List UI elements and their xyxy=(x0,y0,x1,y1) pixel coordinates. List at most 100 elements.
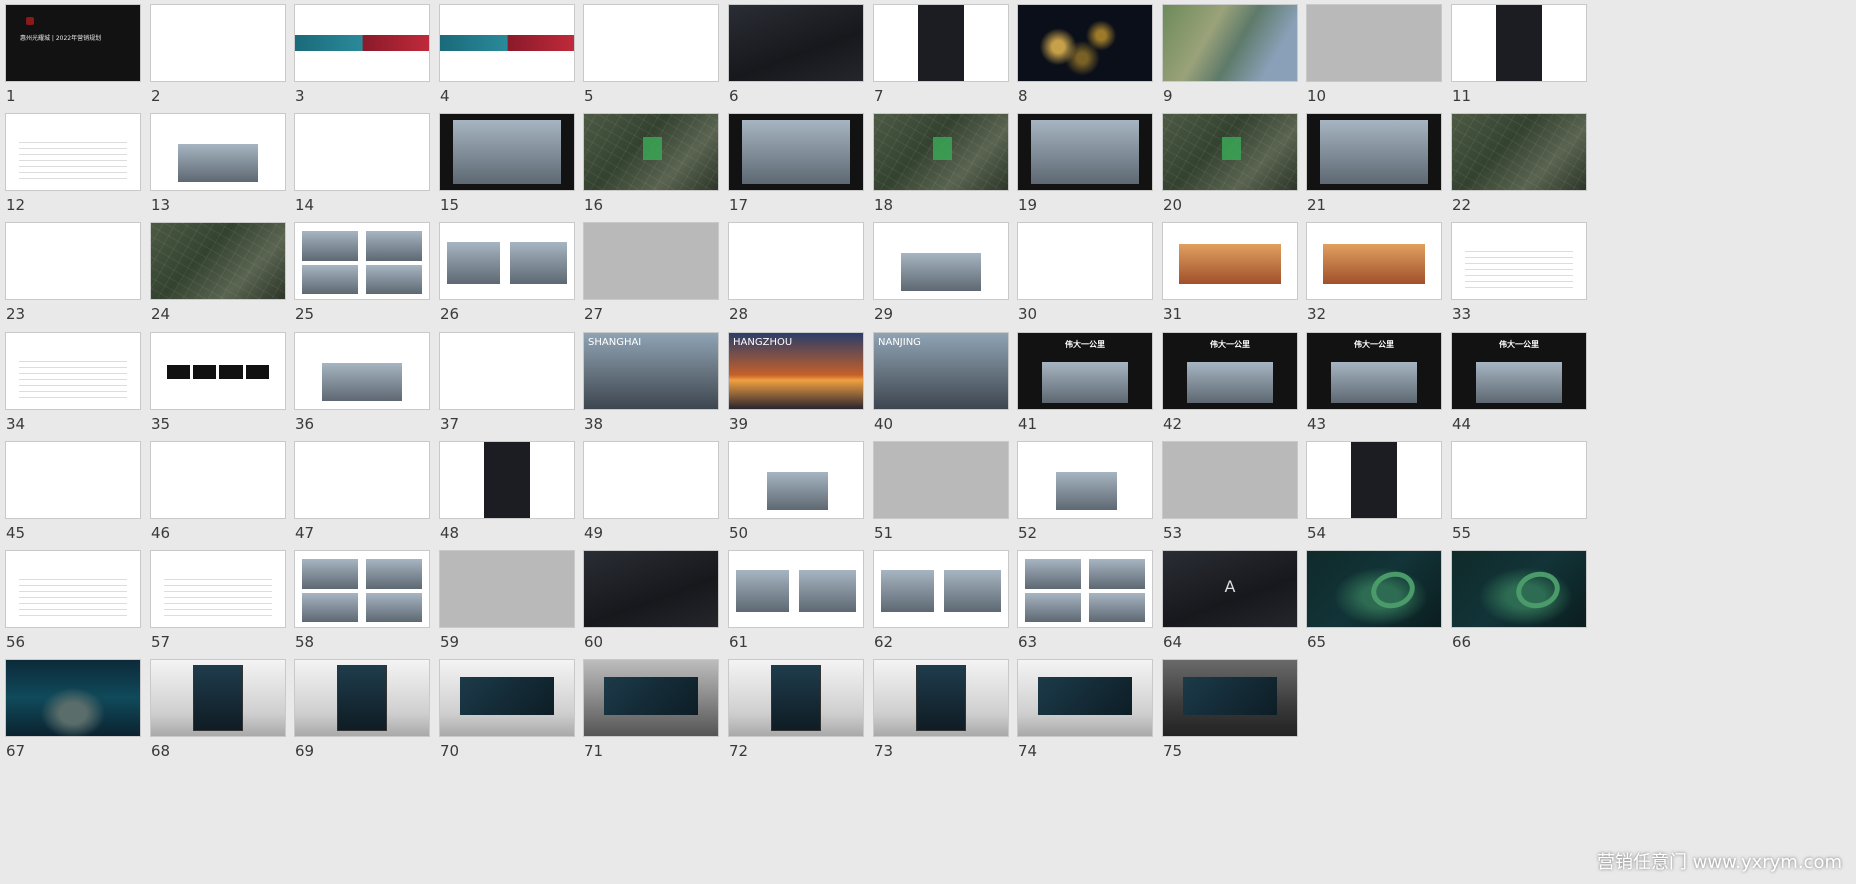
photo xyxy=(1089,558,1146,589)
slide-preview[interactable] xyxy=(295,114,429,190)
slide-preview[interactable] xyxy=(1018,551,1152,627)
slide-preview[interactable] xyxy=(1452,551,1586,627)
slide-preview[interactable] xyxy=(440,5,574,81)
slide-preview[interactable] xyxy=(6,114,140,190)
slide-preview[interactable]: HANGZHOU xyxy=(729,333,863,409)
slide-preview[interactable] xyxy=(584,551,718,627)
slide-preview[interactable] xyxy=(1452,442,1586,518)
photo xyxy=(766,472,829,511)
slide-preview[interactable] xyxy=(295,333,429,409)
slide-number: 34 xyxy=(6,415,26,433)
slide-preview[interactable] xyxy=(1307,551,1441,627)
slide-preview[interactable]: 伟大一公里 xyxy=(1307,333,1441,409)
slide-preview[interactable]: NANJING xyxy=(874,333,1008,409)
slide-preview[interactable] xyxy=(6,660,140,736)
jade-ring xyxy=(1512,567,1565,614)
photo xyxy=(509,242,568,284)
slide-preview[interactable] xyxy=(1018,223,1152,299)
slide-preview[interactable] xyxy=(584,442,718,518)
slide-preview[interactable] xyxy=(295,442,429,518)
slide-preview[interactable]: 惠州光耀城 | 2022年营销规划 xyxy=(6,5,140,81)
map-inset xyxy=(1476,361,1562,403)
slide-preview[interactable] xyxy=(1307,442,1441,518)
slide-preview[interactable] xyxy=(1018,114,1152,190)
slide-preview[interactable] xyxy=(874,114,1008,190)
slide-preview[interactable] xyxy=(6,551,140,627)
photo xyxy=(735,570,790,612)
slide-preview[interactable] xyxy=(1452,114,1586,190)
slide-preview[interactable] xyxy=(151,442,285,518)
slide-preview[interactable] xyxy=(6,223,140,299)
slide-number: 2 xyxy=(151,87,161,105)
slide-preview[interactable]: 伟大一公里 xyxy=(1163,333,1297,409)
slide-preview[interactable] xyxy=(1163,223,1297,299)
slide-preview[interactable] xyxy=(874,442,1008,518)
slide-preview[interactable] xyxy=(1307,114,1441,190)
signage xyxy=(337,666,387,730)
slide-preview[interactable] xyxy=(440,333,574,409)
slide-preview[interactable] xyxy=(151,551,285,627)
slide-preview[interactable] xyxy=(6,442,140,518)
slide-sorter-grid: 惠州光耀城 | 2022年营销规划 1 2 3 4 5 6 7 8 9 10 11 12 13 14 15 16… xyxy=(0,0,1856,884)
slide-preview[interactable] xyxy=(440,660,574,736)
slide-preview[interactable] xyxy=(1307,5,1441,81)
slide-preview[interactable] xyxy=(729,223,863,299)
slide-preview[interactable]: A xyxy=(1163,551,1297,627)
slide-number: 69 xyxy=(295,742,315,760)
slide-thumbnail[interactable]: 66 xyxy=(1446,546,1617,675)
slide-preview[interactable] xyxy=(584,660,718,736)
cover-title: 惠州光耀城 | 2022年营销规划 xyxy=(20,35,102,42)
slide-preview[interactable] xyxy=(874,5,1008,81)
slide-preview[interactable] xyxy=(295,5,429,81)
slide-preview[interactable] xyxy=(1018,5,1152,81)
photo xyxy=(1179,244,1281,284)
slide-preview[interactable]: 伟大一公里 xyxy=(1452,333,1586,409)
slide-preview[interactable] xyxy=(1018,660,1152,736)
slide-preview[interactable] xyxy=(1452,5,1586,81)
slide-preview[interactable]: 伟大一公里 xyxy=(1018,333,1152,409)
slide-preview[interactable] xyxy=(1163,660,1297,736)
slide-preview[interactable] xyxy=(729,442,863,518)
slide-preview[interactable] xyxy=(295,660,429,736)
photo xyxy=(446,242,501,284)
slide-preview[interactable] xyxy=(729,5,863,81)
slide-preview[interactable] xyxy=(874,551,1008,627)
slide-preview[interactable] xyxy=(729,551,863,627)
signage xyxy=(771,666,821,730)
slide-preview[interactable] xyxy=(440,442,574,518)
slide-preview[interactable] xyxy=(440,114,574,190)
slide-number: 31 xyxy=(1163,305,1183,323)
slide-preview[interactable] xyxy=(151,333,285,409)
slide-thumbnail[interactable]: 75 xyxy=(1157,655,1328,784)
slide-preview[interactable] xyxy=(874,223,1008,299)
slide-preview[interactable] xyxy=(584,223,718,299)
slide-number: 26 xyxy=(440,305,460,323)
slide-number: 8 xyxy=(1018,87,1028,105)
slide-preview[interactable] xyxy=(295,551,429,627)
slide-preview[interactable] xyxy=(729,114,863,190)
slide-preview[interactable] xyxy=(1307,223,1441,299)
photo xyxy=(301,264,358,294)
slide-preview[interactable] xyxy=(584,5,718,81)
slide-preview[interactable] xyxy=(1163,442,1297,518)
slide-preview[interactable] xyxy=(440,551,574,627)
slide-preview[interactable] xyxy=(584,114,718,190)
photo xyxy=(880,570,935,612)
slide-preview[interactable] xyxy=(151,223,285,299)
slide-preview[interactable] xyxy=(151,660,285,736)
slide-preview[interactable] xyxy=(440,223,574,299)
slide-preview[interactable] xyxy=(874,660,1008,736)
slide-preview[interactable] xyxy=(6,333,140,409)
diagram xyxy=(1465,245,1573,288)
slide-preview[interactable] xyxy=(1163,5,1297,81)
slide-preview[interactable] xyxy=(151,5,285,81)
slide-preview[interactable] xyxy=(729,660,863,736)
photo xyxy=(301,230,358,261)
slide-preview[interactable] xyxy=(1452,223,1586,299)
slide-preview[interactable] xyxy=(295,223,429,299)
billboard xyxy=(460,676,554,715)
slide-preview[interactable] xyxy=(1018,442,1152,518)
slide-preview[interactable] xyxy=(151,114,285,190)
slide-preview[interactable] xyxy=(1163,114,1297,190)
slide-preview[interactable]: SHANGHAI xyxy=(584,333,718,409)
